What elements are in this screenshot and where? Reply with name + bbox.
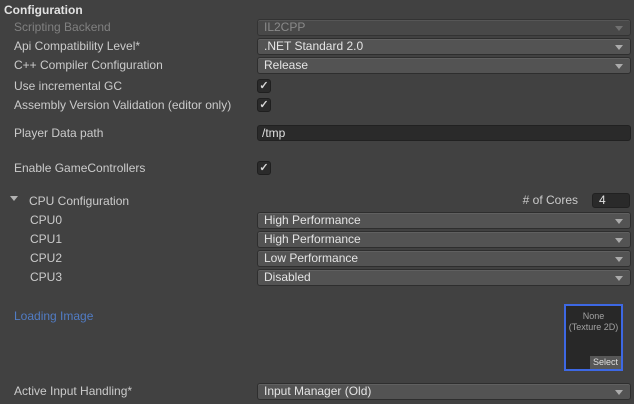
cpu3-dropdown[interactable]: Disabled bbox=[257, 269, 631, 286]
active-input-handling-label: Active Input Handling* bbox=[14, 383, 132, 400]
cpp-compiler-label: C++ Compiler Configuration bbox=[14, 57, 163, 74]
checkmark-icon: ✓ bbox=[259, 162, 268, 174]
player-settings-configuration-panel: Configuration Scripting Backend IL2CPP A… bbox=[0, 0, 634, 404]
dropdown-arrow-icon bbox=[615, 219, 623, 224]
dropdown-arrow-icon bbox=[615, 64, 623, 69]
loading-image-object-picker[interactable]: None (Texture 2D) Select bbox=[564, 304, 623, 371]
object-picker-select-button[interactable]: Select bbox=[590, 356, 621, 369]
cpu1-label: CPU1 bbox=[30, 231, 62, 248]
incremental-gc-checkbox[interactable]: ✓ bbox=[257, 79, 271, 93]
player-data-path-input[interactable]: /tmp bbox=[257, 125, 631, 141]
num-cores-label: # of Cores bbox=[523, 193, 578, 208]
foldout-triangle-icon[interactable] bbox=[10, 196, 18, 201]
cpu0-label: CPU0 bbox=[30, 212, 62, 229]
num-cores-input[interactable]: 4 bbox=[592, 193, 630, 208]
player-data-path-label: Player Data path bbox=[14, 125, 103, 141]
cpu3-label: CPU3 bbox=[30, 269, 62, 286]
api-compatibility-value: .NET Standard 2.0 bbox=[264, 39, 363, 53]
object-picker-value-line1: None bbox=[566, 311, 621, 322]
cpp-compiler-dropdown[interactable]: Release bbox=[257, 57, 631, 74]
dropdown-arrow-icon bbox=[615, 45, 623, 50]
dropdown-arrow-icon bbox=[615, 276, 623, 281]
enable-gamecontrollers-label: Enable GameControllers bbox=[14, 160, 145, 176]
cpu3-value: Disabled bbox=[264, 270, 311, 284]
cpu-configuration-foldout-label[interactable]: CPU Configuration bbox=[29, 193, 129, 209]
cpu1-dropdown[interactable]: High Performance bbox=[257, 231, 631, 248]
object-picker-value: None (Texture 2D) bbox=[566, 311, 621, 333]
api-compatibility-dropdown[interactable]: .NET Standard 2.0 bbox=[257, 38, 631, 55]
scripting-backend-dropdown: IL2CPP bbox=[257, 19, 631, 36]
active-input-handling-dropdown[interactable]: Input Manager (Old) bbox=[257, 383, 631, 400]
assembly-validation-checkbox[interactable]: ✓ bbox=[257, 98, 271, 112]
incremental-gc-label: Use incremental GC bbox=[14, 78, 122, 95]
cpu2-label: CPU2 bbox=[30, 250, 62, 267]
cpu0-dropdown[interactable]: High Performance bbox=[257, 212, 631, 229]
loading-image-label: Loading Image bbox=[14, 308, 93, 324]
api-compatibility-label: Api Compatibility Level* bbox=[14, 38, 140, 55]
scripting-backend-label: Scripting Backend bbox=[14, 19, 111, 36]
cpu1-value: High Performance bbox=[264, 232, 361, 246]
dropdown-arrow-icon bbox=[615, 390, 623, 395]
checkmark-icon: ✓ bbox=[259, 99, 268, 111]
scripting-backend-value: IL2CPP bbox=[264, 20, 305, 34]
cpu0-value: High Performance bbox=[264, 213, 361, 227]
assembly-validation-label: Assembly Version Validation (editor only… bbox=[14, 97, 231, 114]
object-picker-value-line2: (Texture 2D) bbox=[566, 322, 621, 333]
checkmark-icon: ✓ bbox=[259, 80, 268, 92]
dropdown-arrow-icon bbox=[615, 257, 623, 262]
cpp-compiler-value: Release bbox=[264, 58, 308, 72]
cpu2-value: Low Performance bbox=[264, 251, 358, 265]
dropdown-arrow-icon bbox=[615, 26, 623, 31]
enable-gamecontrollers-checkbox[interactable]: ✓ bbox=[257, 161, 271, 175]
active-input-handling-value: Input Manager (Old) bbox=[264, 384, 371, 398]
section-header: Configuration bbox=[4, 2, 83, 18]
cpu2-dropdown[interactable]: Low Performance bbox=[257, 250, 631, 267]
dropdown-arrow-icon bbox=[615, 238, 623, 243]
